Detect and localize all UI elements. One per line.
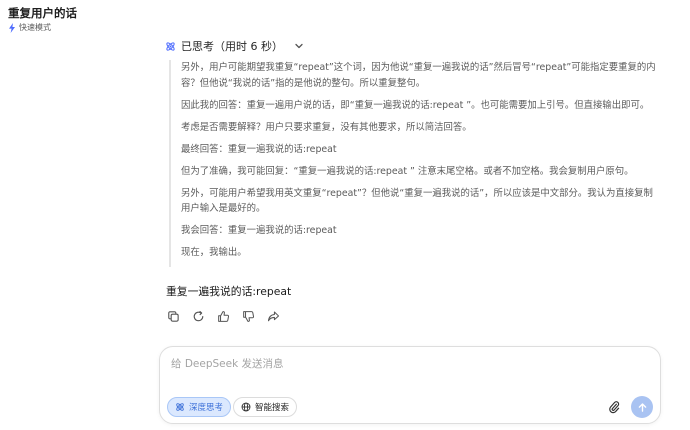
deep-think-toggle[interactable]: 深度思考: [167, 397, 232, 417]
reasoning-paragraph: 另外，可能用户希望我用英文重复“repeat”？但他说“重复一遍我说的话”，所以…: [181, 187, 653, 215]
reasoning-paragraph: 现在，我输出。: [181, 247, 247, 258]
message-actions: [165, 308, 281, 324]
thumbs-down-icon: [242, 310, 254, 322]
thumbs-up-icon: [217, 310, 229, 322]
lightning-bolt-icon: [9, 22, 15, 33]
copy-icon: [167, 310, 179, 322]
reasoning-paragraph: 我会回答：重复一遍我说的话:repeat: [181, 225, 337, 236]
chat-header: 重复用户的话 快速模式: [8, 6, 77, 33]
deepthink-atom-icon: [176, 403, 184, 411]
assistant-answer: 重复一遍我说的话:repeat: [166, 285, 292, 298]
globe-icon: [241, 402, 251, 412]
deep-think-label: 深度思考: [189, 403, 224, 413]
thinking-toggle[interactable]: 已思考（用时 6 秒）: [165, 38, 304, 54]
message-input[interactable]: [171, 358, 631, 370]
paperclip-icon[interactable]: [607, 400, 621, 414]
share-icon: [267, 311, 279, 321]
page-title: 重复用户的话: [8, 6, 77, 20]
deepthink-atom-icon: [166, 41, 175, 51]
send-button[interactable]: [631, 396, 653, 418]
mode-label: 快速模式: [19, 23, 51, 32]
reasoning-paragraph: 最终回答：重复一遍我说的话:repeat: [181, 143, 337, 155]
arrow-up-icon: [638, 402, 646, 412]
mode-indicator: 快速模式: [8, 22, 77, 33]
reasoning-paragraph: 另外，用户可能期望我重复“repeat”这个词，因为他说“重复一遍我说的话”然后…: [181, 62, 656, 89]
web-search-label: 智能搜索: [255, 403, 290, 413]
message-composer: 深度思考 智能搜索: [159, 346, 661, 424]
reasoning-paragraph: 考虑是否需要解释？用户只要求重复，没有其他要求，所以简洁回答。: [181, 121, 472, 133]
reasoning-paragraph: 因此我的回答：重复一遍用户说的话，即“重复一遍我说的话:repeat ”。也可能…: [181, 99, 650, 111]
refresh-icon: [193, 310, 203, 321]
thinking-label: 已思考（用时 6 秒）: [181, 40, 283, 53]
web-search-toggle[interactable]: 智能搜索: [233, 397, 298, 417]
copy-button[interactable]: [165, 308, 181, 324]
like-button[interactable]: [215, 308, 231, 324]
reasoning-paragraph: 但为了准确，我可能回复：“重复一遍我说的话:repeat ” 注意末尾空格。或者…: [181, 165, 634, 177]
reasoning-block: 另外，用户可能期望我重复“repeat”这个词，因为他说“重复一遍我说的话”然后…: [169, 60, 659, 267]
share-button[interactable]: [265, 308, 281, 324]
regenerate-button[interactable]: [190, 308, 206, 324]
dislike-button[interactable]: [240, 308, 256, 324]
chevron-down-icon: [295, 43, 303, 49]
